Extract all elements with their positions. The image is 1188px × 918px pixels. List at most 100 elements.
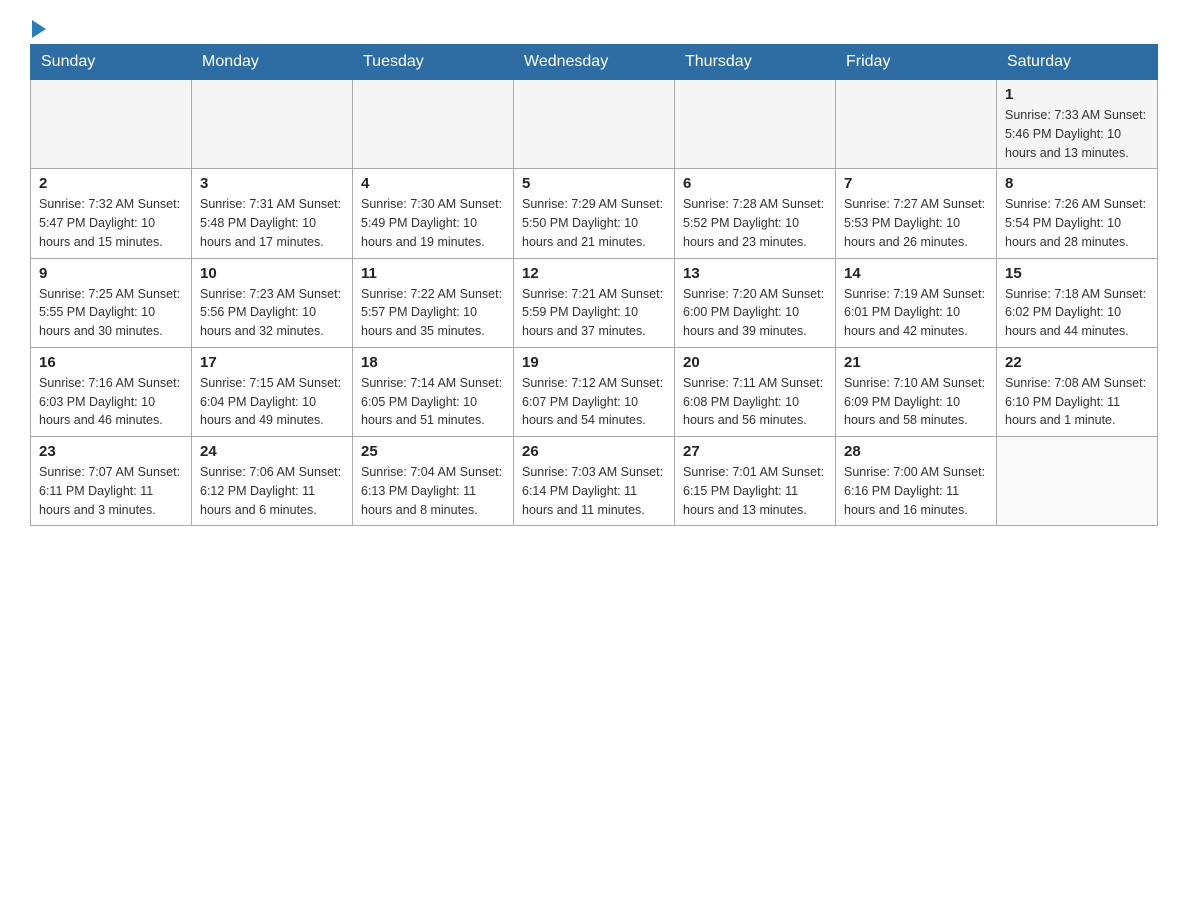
day-info: Sunrise: 7:15 AM Sunset: 6:04 PM Dayligh… bbox=[200, 374, 344, 430]
day-number: 15 bbox=[1005, 265, 1149, 282]
day-number: 21 bbox=[844, 354, 988, 371]
day-info: Sunrise: 7:28 AM Sunset: 5:52 PM Dayligh… bbox=[683, 195, 827, 251]
day-info: Sunrise: 7:12 AM Sunset: 6:07 PM Dayligh… bbox=[522, 374, 666, 430]
day-number: 8 bbox=[1005, 175, 1149, 192]
day-number: 4 bbox=[361, 175, 505, 192]
day-number: 14 bbox=[844, 265, 988, 282]
day-number: 3 bbox=[200, 175, 344, 192]
logo bbox=[30, 20, 54, 34]
calendar-cell: 5 Sunrise: 7:29 AM Sunset: 5:50 PM Daylig… bbox=[514, 169, 675, 258]
calendar-cell: 2 Sunrise: 7:32 AM Sunset: 5:47 PM Daylig… bbox=[31, 169, 192, 258]
calendar-cell: 10 Sunrise: 7:23 AM Sunset: 5:56 PM Dayli… bbox=[192, 258, 353, 347]
day-info: Sunrise: 7:33 AM Sunset: 5:46 PM Dayligh… bbox=[1005, 106, 1149, 162]
calendar-cell: 27Sunrise: 7:01 AM Sunset: 6:15 PM Dayli… bbox=[675, 437, 836, 526]
day-info: Sunrise: 7:32 AM Sunset: 5:47 PM Dayligh… bbox=[39, 195, 183, 251]
calendar-header-row: SundayMondayTuesdayWednesdayThursdayFrid… bbox=[31, 45, 1158, 80]
day-number: 1 bbox=[1005, 86, 1149, 103]
day-number: 9 bbox=[39, 265, 183, 282]
day-number: 24 bbox=[200, 443, 344, 460]
day-number: 18 bbox=[361, 354, 505, 371]
calendar-cell bbox=[31, 80, 192, 169]
day-info: Sunrise: 7:31 AM Sunset: 5:48 PM Dayligh… bbox=[200, 195, 344, 251]
calendar-cell: 18Sunrise: 7:14 AM Sunset: 6:05 PM Dayli… bbox=[353, 347, 514, 436]
calendar-cell: 26 Sunrise: 7:03 AM Sunset: 6:14 PM Dayli… bbox=[514, 437, 675, 526]
calendar-cell: 7Sunrise: 7:27 AM Sunset: 5:53 PM Daylig… bbox=[836, 169, 997, 258]
day-of-week-header: Sunday bbox=[31, 45, 192, 80]
day-info: Sunrise: 7:00 AM Sunset: 6:16 PM Dayligh… bbox=[844, 463, 988, 519]
calendar-week-row: 23 Sunrise: 7:07 AM Sunset: 6:11 PM Dayli… bbox=[31, 437, 1158, 526]
calendar-cell: 24Sunrise: 7:06 AM Sunset: 6:12 PM Dayli… bbox=[192, 437, 353, 526]
calendar-cell: 6 Sunrise: 7:28 AM Sunset: 5:52 PM Daylig… bbox=[675, 169, 836, 258]
calendar-cell: 13 Sunrise: 7:20 AM Sunset: 6:00 PM Dayli… bbox=[675, 258, 836, 347]
day-of-week-header: Friday bbox=[836, 45, 997, 80]
calendar-table: SundayMondayTuesdayWednesdayThursdayFrid… bbox=[30, 44, 1158, 526]
page-header bbox=[30, 20, 1158, 34]
calendar-cell: 28 Sunrise: 7:00 AM Sunset: 6:16 PM Dayli… bbox=[836, 437, 997, 526]
day-of-week-header: Thursday bbox=[675, 45, 836, 80]
calendar-cell bbox=[514, 80, 675, 169]
day-info: Sunrise: 7:22 AM Sunset: 5:57 PM Dayligh… bbox=[361, 285, 505, 341]
calendar-cell bbox=[997, 437, 1158, 526]
day-of-week-header: Tuesday bbox=[353, 45, 514, 80]
calendar-cell: 16 Sunrise: 7:16 AM Sunset: 6:03 PM Dayli… bbox=[31, 347, 192, 436]
calendar-cell: 17Sunrise: 7:15 AM Sunset: 6:04 PM Dayli… bbox=[192, 347, 353, 436]
calendar-cell bbox=[836, 80, 997, 169]
calendar-cell: 21 Sunrise: 7:10 AM Sunset: 6:09 PM Dayli… bbox=[836, 347, 997, 436]
calendar-cell: 19 Sunrise: 7:12 AM Sunset: 6:07 PM Dayli… bbox=[514, 347, 675, 436]
day-number: 25 bbox=[361, 443, 505, 460]
calendar-cell: 25 Sunrise: 7:04 AM Sunset: 6:13 PM Dayli… bbox=[353, 437, 514, 526]
day-of-week-header: Wednesday bbox=[514, 45, 675, 80]
day-number: 19 bbox=[522, 354, 666, 371]
calendar-cell: 8 Sunrise: 7:26 AM Sunset: 5:54 PM Daylig… bbox=[997, 169, 1158, 258]
calendar-week-row: 9 Sunrise: 7:25 AM Sunset: 5:55 PM Daylig… bbox=[31, 258, 1158, 347]
calendar-cell bbox=[353, 80, 514, 169]
day-info: Sunrise: 7:20 AM Sunset: 6:00 PM Dayligh… bbox=[683, 285, 827, 341]
calendar-cell: 23 Sunrise: 7:07 AM Sunset: 6:11 PM Dayli… bbox=[31, 437, 192, 526]
day-number: 22 bbox=[1005, 354, 1149, 371]
day-info: Sunrise: 7:23 AM Sunset: 5:56 PM Dayligh… bbox=[200, 285, 344, 341]
day-info: Sunrise: 7:29 AM Sunset: 5:50 PM Dayligh… bbox=[522, 195, 666, 251]
day-number: 11 bbox=[361, 265, 505, 282]
day-number: 16 bbox=[39, 354, 183, 371]
day-number: 2 bbox=[39, 175, 183, 192]
day-number: 6 bbox=[683, 175, 827, 192]
logo-triangle-icon bbox=[32, 20, 46, 38]
day-info: Sunrise: 7:16 AM Sunset: 6:03 PM Dayligh… bbox=[39, 374, 183, 430]
day-number: 10 bbox=[200, 265, 344, 282]
calendar-cell: 9 Sunrise: 7:25 AM Sunset: 5:55 PM Daylig… bbox=[31, 258, 192, 347]
calendar-week-row: 2 Sunrise: 7:32 AM Sunset: 5:47 PM Daylig… bbox=[31, 169, 1158, 258]
day-info: Sunrise: 7:10 AM Sunset: 6:09 PM Dayligh… bbox=[844, 374, 988, 430]
day-number: 7 bbox=[844, 175, 988, 192]
day-info: Sunrise: 7:08 AM Sunset: 6:10 PM Dayligh… bbox=[1005, 374, 1149, 430]
day-info: Sunrise: 7:03 AM Sunset: 6:14 PM Dayligh… bbox=[522, 463, 666, 519]
day-info: Sunrise: 7:19 AM Sunset: 6:01 PM Dayligh… bbox=[844, 285, 988, 341]
day-info: Sunrise: 7:18 AM Sunset: 6:02 PM Dayligh… bbox=[1005, 285, 1149, 341]
calendar-week-row: 16 Sunrise: 7:16 AM Sunset: 6:03 PM Dayli… bbox=[31, 347, 1158, 436]
calendar-cell bbox=[192, 80, 353, 169]
calendar-cell: 22 Sunrise: 7:08 AM Sunset: 6:10 PM Dayli… bbox=[997, 347, 1158, 436]
day-number: 13 bbox=[683, 265, 827, 282]
day-info: Sunrise: 7:21 AM Sunset: 5:59 PM Dayligh… bbox=[522, 285, 666, 341]
calendar-cell bbox=[675, 80, 836, 169]
calendar-cell: 11 Sunrise: 7:22 AM Sunset: 5:57 PM Dayli… bbox=[353, 258, 514, 347]
day-number: 28 bbox=[844, 443, 988, 460]
day-info: Sunrise: 7:04 AM Sunset: 6:13 PM Dayligh… bbox=[361, 463, 505, 519]
day-info: Sunrise: 7:26 AM Sunset: 5:54 PM Dayligh… bbox=[1005, 195, 1149, 251]
calendar-cell: 12 Sunrise: 7:21 AM Sunset: 5:59 PM Dayli… bbox=[514, 258, 675, 347]
day-info: Sunrise: 7:30 AM Sunset: 5:49 PM Dayligh… bbox=[361, 195, 505, 251]
day-number: 5 bbox=[522, 175, 666, 192]
calendar-cell: 3 Sunrise: 7:31 AM Sunset: 5:48 PM Daylig… bbox=[192, 169, 353, 258]
day-info: Sunrise: 7:07 AM Sunset: 6:11 PM Dayligh… bbox=[39, 463, 183, 519]
calendar-cell: 4 Sunrise: 7:30 AM Sunset: 5:49 PM Daylig… bbox=[353, 169, 514, 258]
day-info: Sunrise: 7:11 AM Sunset: 6:08 PM Dayligh… bbox=[683, 374, 827, 430]
day-number: 20 bbox=[683, 354, 827, 371]
day-of-week-header: Monday bbox=[192, 45, 353, 80]
day-number: 23 bbox=[39, 443, 183, 460]
calendar-week-row: 1 Sunrise: 7:33 AM Sunset: 5:46 PM Daylig… bbox=[31, 80, 1158, 169]
day-info: Sunrise: 7:25 AM Sunset: 5:55 PM Dayligh… bbox=[39, 285, 183, 341]
day-number: 12 bbox=[522, 265, 666, 282]
calendar-cell: 20 Sunrise: 7:11 AM Sunset: 6:08 PM Dayli… bbox=[675, 347, 836, 436]
day-number: 26 bbox=[522, 443, 666, 460]
day-number: 27 bbox=[683, 443, 827, 460]
day-of-week-header: Saturday bbox=[997, 45, 1158, 80]
